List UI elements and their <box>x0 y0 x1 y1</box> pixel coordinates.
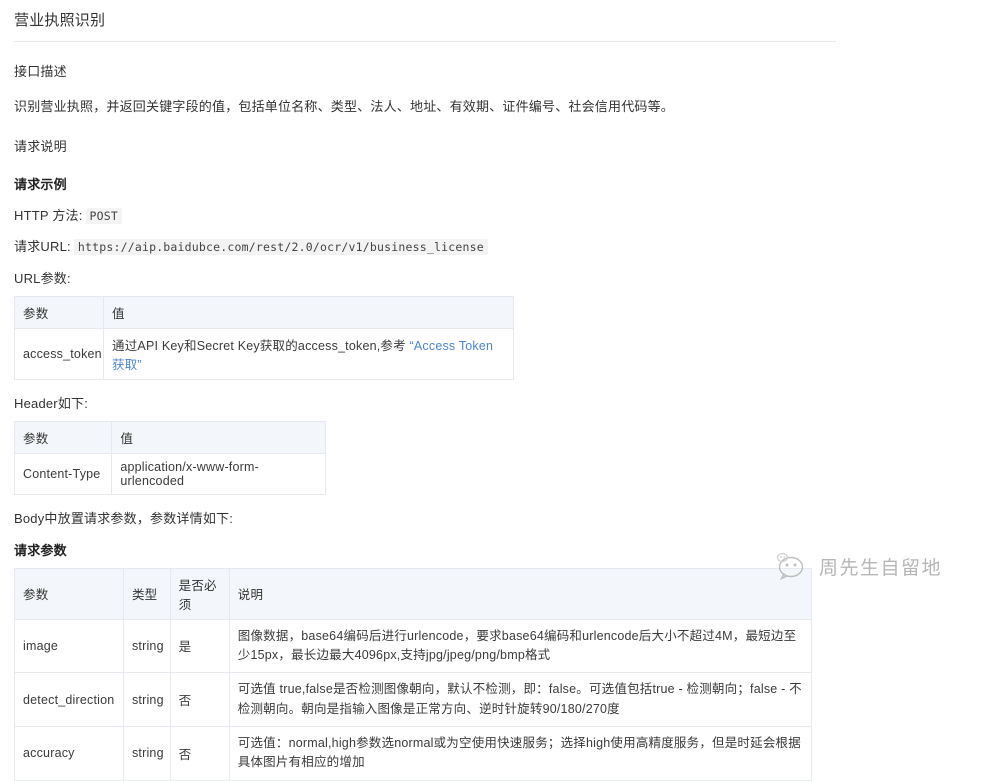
cell-value: 通过API Key和Secret Key获取的access_token,参考 “… <box>103 327 514 380</box>
cell-description: 可选值 true,false是否检测图像朝向，默认不检测，即：false。可选值… <box>228 672 813 727</box>
cell-description: 可选值：normal,high参数选normal或为空使用快速服务；选择high… <box>228 726 813 781</box>
column-header-value: 值 <box>103 295 514 329</box>
request-url-value: https://aip.baidubce.com/rest/2.0/ocr/v1… <box>73 238 488 255</box>
page-title: 营业执照识别 <box>14 12 106 29</box>
request-params-table: 参数 类型 是否必须 说明 image string 是 图像数据，base64… <box>14 567 813 781</box>
header-table: 参数 值 Content-Type application/x-www-form… <box>13 420 326 495</box>
table-row: Content-Type application/x-www-form-urle… <box>13 452 326 495</box>
request-url-line: 请求URL: https://aip.baidubce.com/rest/2.0… <box>0 224 993 255</box>
interface-description-body: 识别营业执照，并返回关键字段的值，包括单位名称、类型、法人、地址、有效期、证件编… <box>14 99 675 114</box>
table-header-row: 参数 类型 是否必须 说明 <box>14 567 813 620</box>
column-header-required: 是否必须 <box>169 567 230 620</box>
access-token-desc: 通过API Key和Secret Key获取的access_token,参考 <box>112 338 406 353</box>
cell-required: 否 <box>169 672 230 727</box>
cell-param: detect_direction <box>14 672 124 727</box>
table-header-row: 参数 值 <box>13 295 514 329</box>
body-label: Body中放置请求参数，参数详情如下: <box>14 510 234 526</box>
http-method-label: HTTP 方法: <box>14 207 83 223</box>
cell-type: string <box>122 618 171 674</box>
column-header-type: 类型 <box>122 567 171 620</box>
request-params-heading: 请求参数 <box>14 542 67 558</box>
column-header-param: 参数 <box>13 295 105 329</box>
request-example-heading: 请求示例 <box>14 176 67 192</box>
table-row: image string 是 图像数据，base64编码后进行urlencode… <box>14 618 813 674</box>
http-method-line: HTTP 方法: POST <box>0 193 993 224</box>
url-params-table: 参数 值 access_token 通过API Key和Secret Key获取… <box>13 295 514 380</box>
cell-param: accuracy <box>14 726 124 781</box>
table-row: detect_direction string 否 可选值 true,false… <box>14 672 813 727</box>
http-method-value: POST <box>85 207 123 224</box>
cell-required: 否 <box>169 726 230 781</box>
cell-param: access_token <box>13 327 105 380</box>
table-row: accuracy string 否 可选值：normal,high参数选norm… <box>14 726 813 781</box>
cell-required: 是 <box>169 618 230 674</box>
request-url-label: 请求URL: <box>14 238 71 254</box>
cell-type: string <box>122 672 171 727</box>
column-header-description: 说明 <box>228 567 813 620</box>
cell-description: 图像数据，base64编码后进行urlencode，要求base64编码和url… <box>228 618 813 674</box>
column-header-param: 参数 <box>13 420 113 454</box>
column-header-param: 参数 <box>14 567 124 620</box>
cell-param: Content-Type <box>13 452 113 495</box>
header-label: Header如下: <box>14 395 89 411</box>
document-page: 营业执照识别 接口描述 识别营业执照，并返回关键字段的值，包括单位名称、类型、法… <box>0 0 993 781</box>
column-header-value: 值 <box>111 420 326 454</box>
cell-param: image <box>14 618 124 674</box>
table-row: access_token 通过API Key和Secret Key获取的acce… <box>13 327 514 380</box>
cell-type: string <box>122 726 171 781</box>
url-params-label: URL参数: <box>14 270 71 286</box>
interface-description-heading: 接口描述 <box>14 64 67 79</box>
cell-value: application/x-www-form-urlencoded <box>111 452 326 495</box>
request-description-heading: 请求说明 <box>14 138 67 154</box>
table-header-row: 参数 值 <box>13 420 326 454</box>
